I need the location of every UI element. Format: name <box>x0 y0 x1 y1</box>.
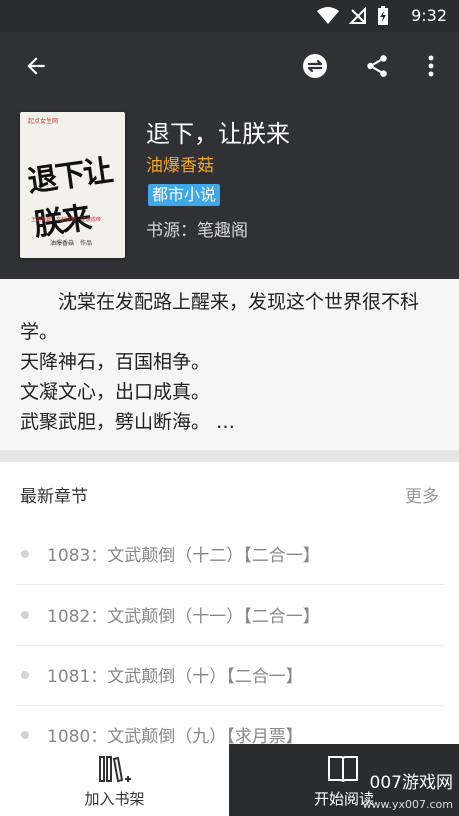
open-book-icon <box>328 756 358 783</box>
status-icons <box>317 6 389 26</box>
bookshelf-add-icon <box>99 756 131 783</box>
book-source[interactable]: 书源：笔趣阁 <box>146 216 248 241</box>
latest-chapters-title: 最新章节 <box>20 487 88 507</box>
back-button[interactable] <box>16 46 56 86</box>
share-icon <box>367 55 387 77</box>
watermark-url: www.yx007.com <box>362 798 453 811</box>
bottom-action-bar: 加入书架 开始阅读 007游戏网 www.yx007.com <box>0 744 459 816</box>
bullet-dot-icon <box>21 671 29 679</box>
subscribe-button[interactable] <box>295 46 335 86</box>
add-to-shelf-label: 加入书架 <box>84 790 145 808</box>
more-chapters-link[interactable]: 更多 <box>405 482 439 507</box>
no-signal-icon <box>349 7 366 24</box>
chapter-item[interactable]: 1082：文武颠倒（十一）【二合一】 <box>16 585 444 646</box>
intro-line: 天降神石，百国相争。 <box>20 351 211 373</box>
chapter-title: 1083：文武颠倒（十二）【二合一】 <box>47 546 320 566</box>
book-header: 起点女生网 退下让朕来 · 王朝争霸 · 文韬武略 · 逆袭成帝 · 油爆香菇 … <box>0 32 459 279</box>
watermark: 007游戏网 www.yx007.com <box>363 772 453 816</box>
chapter-title: 1081：文武颠倒（十）【二合一】 <box>47 667 303 687</box>
cover-title-art: 退下让朕来 <box>25 153 114 244</box>
intro-line: 武聚武胆，劈山断海。 … <box>20 411 236 433</box>
book-author[interactable]: 油爆香菇 <box>146 151 214 176</box>
arrow-left-icon <box>27 57 45 75</box>
bullet-dot-icon <box>21 731 29 739</box>
chapter-title: 1082：文武颠倒（十一）【二合一】 <box>47 607 320 627</box>
status-bar: 9:32 <box>0 0 459 32</box>
more-button[interactable] <box>411 46 451 86</box>
status-time: 9:32 <box>411 6 447 25</box>
book-intro[interactable]: 沈棠在发配路上醒来，发现这个世界很不科学。 天降神石，百国相争。 文凝文心，出口… <box>0 279 459 450</box>
bullet-dot-icon <box>21 611 29 619</box>
category-tag[interactable]: 都市小说 <box>148 184 221 206</box>
bullet-dot-icon <box>21 550 29 558</box>
cover-author: 油爆香菇 作品 <box>50 240 93 247</box>
chapter-item[interactable]: 1081：文武颠倒（十）【二合一】 <box>16 645 444 706</box>
battery-charging-icon <box>378 6 388 25</box>
more-vert-icon <box>428 55 434 77</box>
book-title: 退下，让朕来 <box>146 120 290 148</box>
latest-chapters-header: 最新章节 更多 <box>0 462 459 524</box>
intro-line: 文凝文心，出口成真。 <box>20 381 211 403</box>
book-cover[interactable]: 起点女生网 退下让朕来 · 王朝争霸 · 文韬武略 · 逆袭成帝 · 油爆香菇 … <box>20 112 125 258</box>
watermark-main: 007游戏网 <box>369 773 453 793</box>
wifi-icon <box>317 7 339 24</box>
subscribe-icon <box>303 54 327 78</box>
intro-text: 沈棠在发配路上醒来，发现这个世界很不科学。 天降神石，百国相争。 文凝文心，出口… <box>20 287 440 437</box>
section-divider <box>0 450 459 462</box>
chapter-item[interactable]: 1083：文武颠倒（十二）【二合一】 <box>16 524 444 585</box>
intro-line: 沈棠在发配路上醒来，发现这个世界很不科学。 <box>20 291 420 343</box>
cover-tagline: · 王朝争霸 · 文韬武略 · 逆袭成帝 · <box>28 217 104 223</box>
add-to-shelf-button[interactable]: 加入书架 <box>0 744 229 816</box>
cover-brand: 起点女生网 <box>28 118 59 125</box>
start-reading-button[interactable]: 开始阅读 007游戏网 www.yx007.com <box>229 744 459 816</box>
share-button[interactable] <box>357 46 397 86</box>
